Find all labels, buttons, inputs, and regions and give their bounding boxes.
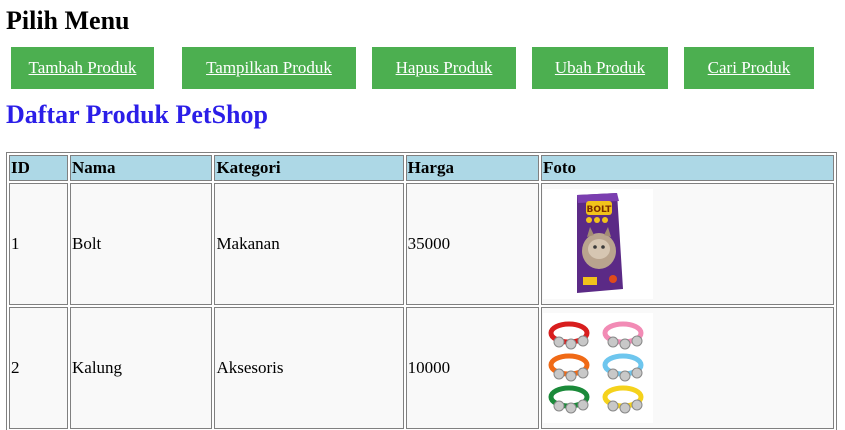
svg-text:BOLT: BOLT [587,205,613,215]
cell-nama: Bolt [70,183,213,305]
cell-harga: 35000 [405,183,539,305]
tampilkan-produk-button[interactable]: Tampilkan Produk [182,47,356,89]
menu-title: Pilih Menu [6,6,130,35]
ubah-produk-button[interactable]: Ubah Produk [532,47,668,89]
product-table: ID Nama Kategori Harga Foto 1 Bolt Makan… [6,152,837,430]
cell-harga: 10000 [405,307,539,429]
cell-nama: Kalung [70,307,213,429]
bell-collars-image [542,313,653,423]
table-row: 2 Kalung Aksesoris 10000 [9,307,834,429]
table-header-row: ID Nama Kategori Harga Foto [9,155,834,181]
cat-food-bag-image: BOLT [542,189,653,299]
page: Pilih Menu Tambah Produk Tampilkan Produ… [0,0,845,430]
cell-foto: BOLT [540,183,834,305]
tambah-produk-button[interactable]: Tambah Produk [11,47,154,89]
hapus-produk-button[interactable]: Hapus Produk [372,47,516,89]
product-list-title: Daftar Produk PetShop [6,100,268,129]
header-id: ID [9,155,68,181]
header-harga: Harga [405,155,539,181]
cell-foto [540,307,834,429]
cell-kategori: Makanan [214,183,404,305]
cari-produk-button[interactable]: Cari Produk [684,47,814,89]
table-row: 1 Bolt Makanan 35000 BOLT [9,183,834,305]
header-kategori: Kategori [214,155,404,181]
cell-id: 1 [9,183,68,305]
header-nama: Nama [70,155,213,181]
header-foto: Foto [540,155,834,181]
cell-id: 2 [9,307,68,429]
cell-kategori: Aksesoris [214,307,404,429]
